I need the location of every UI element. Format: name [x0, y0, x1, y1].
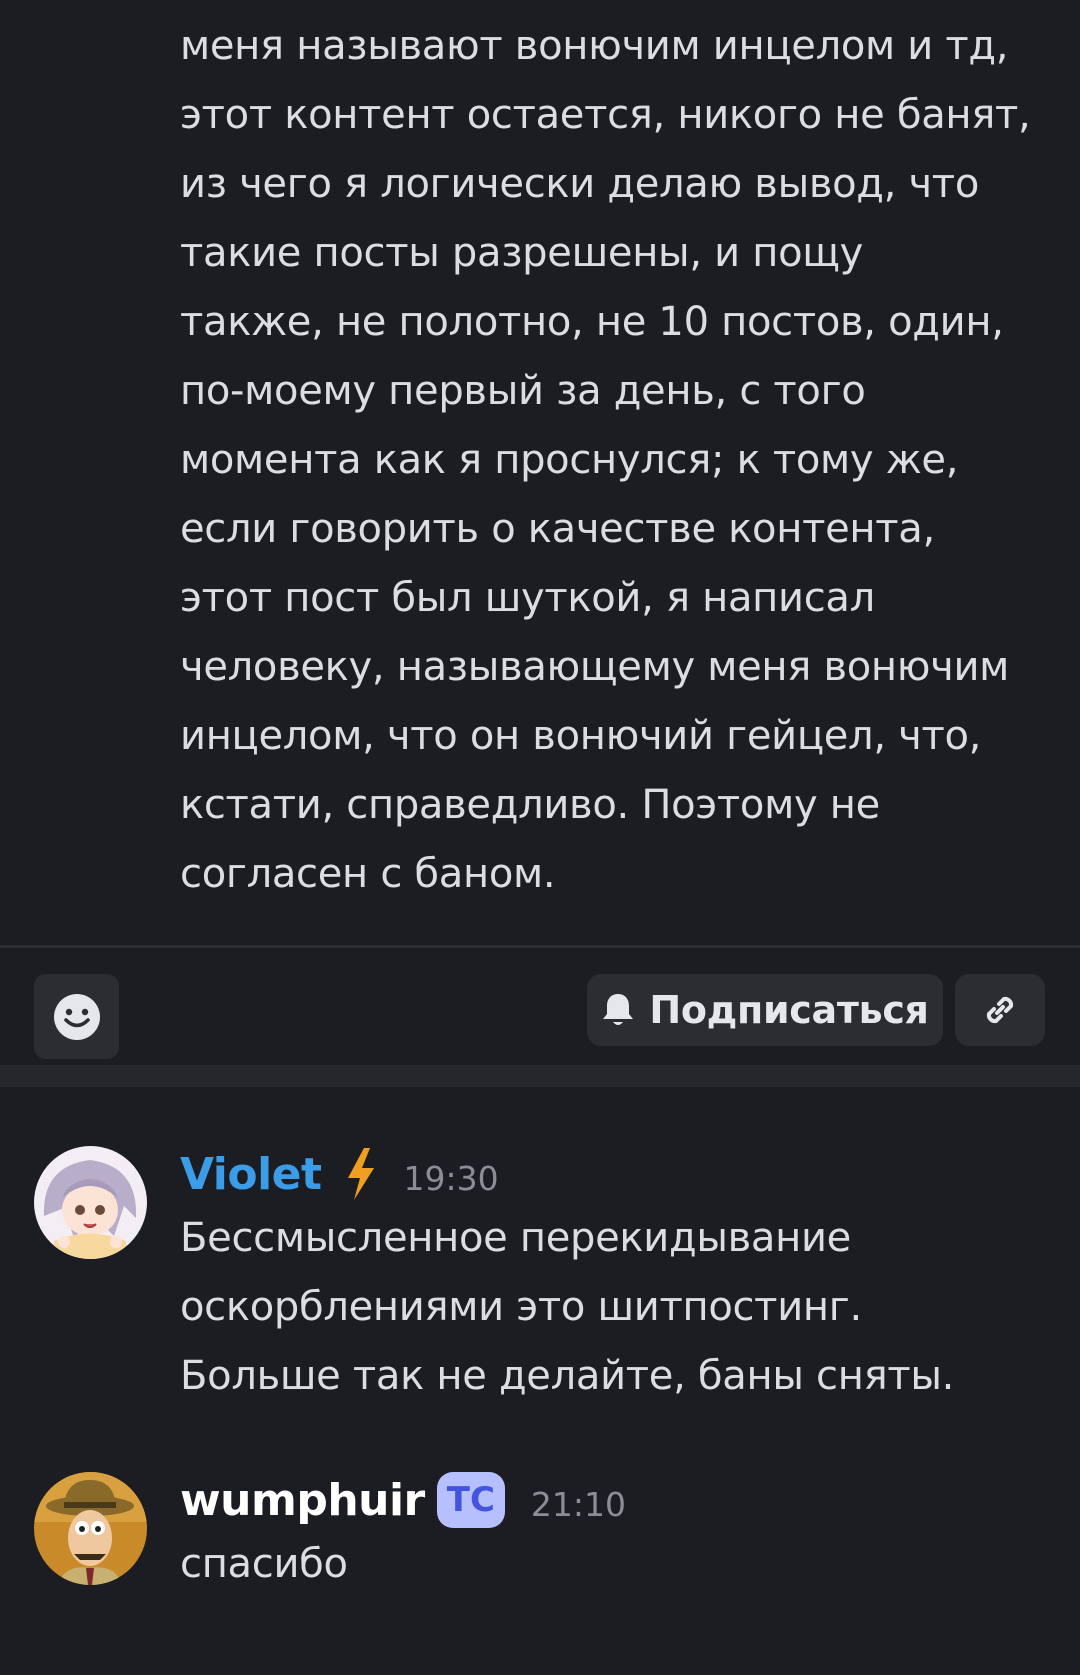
lightning-icon: [347, 1148, 374, 1200]
post-text-line: человеку, называющему меня вонючим: [180, 644, 1010, 690]
message-header: Violet 19:30: [180, 1144, 499, 1204]
add-reaction-button[interactable]: [34, 974, 119, 1059]
post-text-line: кстати, справедливо. Поэтому не: [180, 782, 880, 828]
op-badge: ТС: [436, 1472, 505, 1528]
subscribe-label: Подписаться: [649, 988, 929, 1032]
post-text-line: этот контент остается, никого не банят,: [180, 92, 1031, 138]
avatar[interactable]: [34, 1472, 147, 1585]
post-text-line: момента как я проснулся; к тому же,: [180, 437, 959, 483]
avatar[interactable]: [34, 1146, 147, 1259]
post-action-bar: Подписаться: [0, 948, 1080, 1065]
message-text-line: оскорблениями это шитпостинг.: [180, 1284, 862, 1330]
post-text-line: этот пост был шуткой, я написал: [180, 575, 875, 621]
bell-icon: [603, 994, 634, 1025]
post-text-line: инцелом, что он вонючий гейцел, что,: [180, 713, 982, 759]
copy-link-button[interactable]: [955, 974, 1045, 1046]
smiley-icon: [53, 993, 100, 1040]
message-time: 21:10: [530, 1484, 627, 1524]
subscribe-button[interactable]: Подписаться: [587, 974, 943, 1046]
message-header: wumphuir ТС 21:10: [180, 1470, 626, 1530]
message-time: 19:30: [403, 1158, 499, 1198]
post-body: меня называют вонючим инцелом и тд, этот…: [180, 12, 1060, 909]
link-icon: [986, 996, 1014, 1024]
message-text-line: Бессмысленное перекидывание: [180, 1215, 851, 1261]
post-text-line: если говорить о качестве контента,: [180, 506, 935, 552]
post-text-line: также, не полотно, не 10 постов, один,: [180, 299, 1004, 345]
username[interactable]: Violet: [180, 1149, 322, 1200]
post-text-line: такие посты разрешены, и пощу: [180, 230, 864, 276]
message-text-line: спасибо: [180, 1541, 348, 1587]
username[interactable]: wumphuir: [180, 1475, 425, 1526]
post-text-line: согласен с баном.: [180, 851, 556, 897]
post-text-line: по-моему первый за день, с того: [180, 368, 866, 414]
section-separator: [0, 1065, 1080, 1087]
post-text-line: из чего я логически делаю вывод, что: [180, 161, 979, 207]
message-text-line: Больше так не делайте, баны сняты.: [180, 1353, 955, 1399]
post-text-line: меня называют вонючим инцелом и тд,: [180, 23, 1009, 69]
